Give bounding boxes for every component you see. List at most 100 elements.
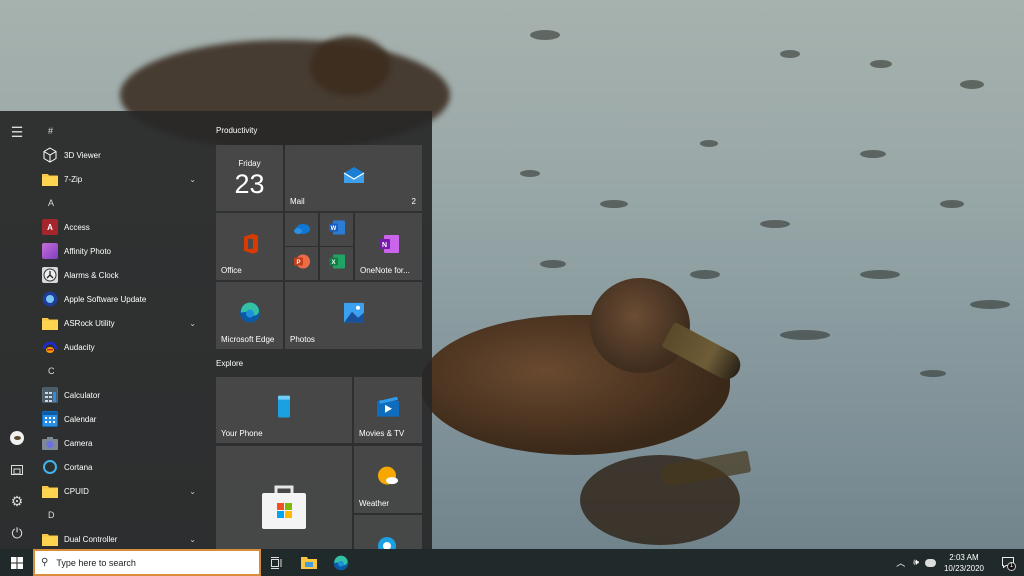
tile-calendar[interactable]: Friday 23	[216, 145, 283, 211]
onenote-label: OneNote for...	[360, 266, 410, 275]
tile-microsoft-store[interactable]	[216, 446, 352, 549]
tile-office[interactable]: Office	[216, 213, 283, 280]
gear-icon[interactable]: ⚙	[8, 492, 26, 510]
user-avatar[interactable]	[8, 429, 26, 447]
tile-weather[interactable]: Weather	[354, 446, 422, 513]
chevron-down-icon[interactable]: ⌄	[189, 319, 196, 328]
chevron-down-icon[interactable]: ⌄	[189, 487, 196, 496]
app-label: Audacity	[64, 342, 95, 352]
power-icon[interactable]: ⏻	[8, 524, 26, 542]
cortana-icon	[42, 459, 58, 475]
folder-icon	[42, 315, 58, 331]
app-item[interactable]: Calculator	[33, 383, 210, 407]
powerpoint-icon: P	[293, 254, 310, 273]
hamburger-icon[interactable]: ☰	[8, 123, 26, 141]
search-placeholder: Type here to search	[56, 557, 136, 568]
tile-mail[interactable]: Mail 2	[285, 145, 422, 211]
calendar-icon	[42, 411, 58, 427]
tile-excel[interactable]: X	[320, 247, 353, 280]
app-item[interactable]: Audacity	[33, 335, 210, 359]
svg-text:P: P	[296, 260, 300, 266]
svg-text:N: N	[381, 242, 386, 249]
wallpaper-ripple	[780, 50, 800, 58]
app-folder[interactable]: Dual Controller ⌄	[33, 527, 210, 551]
chevron-down-icon[interactable]: ⌄	[189, 535, 196, 544]
windows-logo-icon	[10, 556, 23, 569]
tile-partial[interactable]	[354, 515, 422, 549]
app-label: 3D Viewer	[64, 150, 101, 160]
tile-edge[interactable]: Microsoft Edge	[216, 282, 283, 349]
svg-text:W: W	[330, 226, 336, 232]
tiles-area: Productivity Friday 23 Mail 2 Office W P	[210, 111, 432, 549]
mail-count: 2	[411, 197, 416, 206]
app-item[interactable]: Apple Software Update	[33, 287, 210, 311]
user-avatar-image	[10, 431, 24, 445]
app-item[interactable]: Alarms & Clock	[33, 263, 210, 287]
access-icon: A	[42, 219, 58, 235]
app-label: Apple Software Update	[64, 294, 147, 304]
edge-taskbar-button[interactable]	[325, 549, 357, 576]
app-item[interactable]: 3D Viewer	[33, 143, 210, 167]
documents-icon[interactable]	[8, 460, 26, 478]
app-label: ASRock Utility	[64, 318, 115, 328]
app-item[interactable]: Cortana	[33, 455, 210, 479]
word-icon: W	[328, 220, 345, 239]
tile-word[interactable]: W	[320, 213, 353, 246]
photos-icon	[343, 302, 364, 324]
wallpaper-ripple	[530, 30, 560, 40]
task-view-button[interactable]	[261, 549, 293, 576]
onedrive-icon	[293, 221, 310, 239]
show-hidden-icons-chevron-icon[interactable]: ︿	[896, 556, 905, 569]
app-item[interactable]: A Access	[33, 215, 210, 239]
system-tray: ︿ 🕪 2:03 AM 10/23/2020 1	[896, 549, 1024, 576]
tile-powerpoint[interactable]: P	[285, 247, 318, 280]
photos-label: Photos	[290, 335, 315, 344]
file-explorer-icon	[301, 557, 317, 569]
app-item[interactable]: Affinity Photo	[33, 239, 210, 263]
app-folder[interactable]: ASRock Utility ⌄	[33, 311, 210, 335]
app-label: Affinity Photo	[64, 246, 111, 256]
tile-your-phone[interactable]: Your Phone	[216, 377, 352, 443]
app-folder[interactable]: CPUID ⌄	[33, 479, 210, 503]
edge-taskbar-icon	[333, 555, 349, 570]
movies-tv-label: Movies & TV	[359, 429, 405, 438]
start-rail: ☰ ⚙ ⏻	[0, 111, 33, 549]
tile-onedrive[interactable]	[285, 213, 318, 246]
section-letter[interactable]: #	[33, 119, 210, 143]
app-folder[interactable]: 7-Zip ⌄	[33, 167, 210, 191]
wallpaper-ripple	[920, 370, 946, 377]
group-explore: Explore	[216, 359, 244, 368]
taskbar: ⚲ Type here to search ︿ 🕪 2:03 AM 10/23/…	[0, 549, 1024, 576]
apple-software-update-icon	[42, 291, 58, 307]
mail-icon	[343, 166, 365, 186]
start-button[interactable]	[0, 549, 33, 576]
group-productivity: Productivity	[216, 126, 258, 135]
3d-viewer-icon	[42, 147, 58, 163]
tile-movies-tv[interactable]: Movies & TV	[354, 377, 422, 443]
calendar-date: 23	[234, 169, 265, 199]
action-center-button[interactable]: 1	[996, 549, 1020, 576]
network-icon[interactable]	[924, 558, 936, 567]
section-letter[interactable]: D	[33, 503, 210, 527]
app-label: Cortana	[64, 462, 93, 472]
file-explorer-button[interactable]	[293, 549, 325, 576]
app-label: Dual Controller	[64, 534, 118, 544]
volume-icon[interactable]: 🕪	[913, 557, 919, 568]
tile-onenote[interactable]: N OneNote for...	[355, 213, 422, 280]
calculator-icon	[42, 387, 58, 403]
section-letter[interactable]: C	[33, 359, 210, 383]
chevron-down-icon[interactable]: ⌄	[189, 175, 196, 184]
tile-photos[interactable]: Photos	[285, 282, 422, 349]
clock[interactable]: 2:03 AM 10/23/2020	[944, 552, 984, 574]
app-item[interactable]: Calendar	[33, 407, 210, 431]
search-box[interactable]: ⚲ Type here to search	[33, 549, 261, 576]
app-item[interactable]: Camera	[33, 431, 210, 455]
office-label: Office	[221, 266, 242, 275]
wallpaper-ripple	[860, 150, 886, 158]
wallpaper-ripple	[520, 170, 540, 177]
wallpaper-ripple	[600, 200, 628, 208]
clock-time: 2:03 AM	[949, 552, 979, 562]
section-letter[interactable]: A	[33, 191, 210, 215]
movies-tv-icon	[377, 396, 399, 419]
excel-icon: X	[328, 254, 345, 273]
